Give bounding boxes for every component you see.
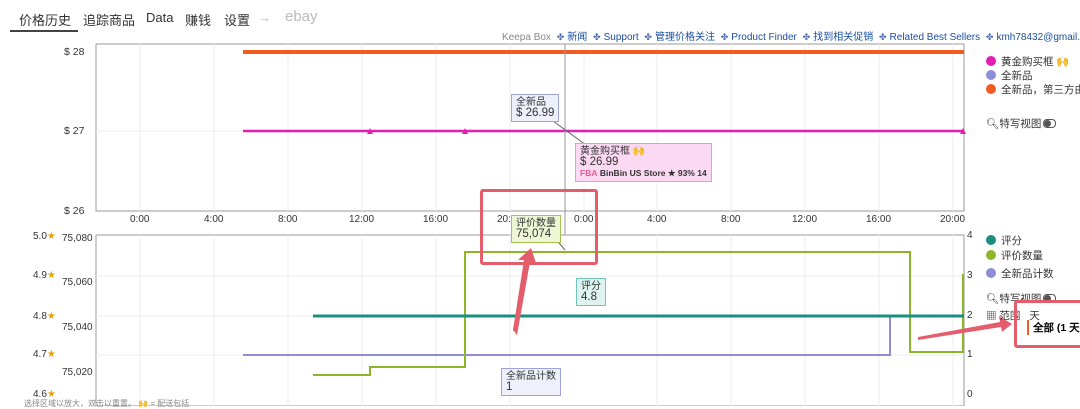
x-label: 12:00 (349, 214, 375, 225)
closeup-toggle[interactable]: 🔍︎特写视图 (986, 116, 1057, 131)
tooltip-new-price: 全新品 $ 26.99 (511, 94, 560, 122)
right-axis-label: 2 (967, 310, 973, 321)
legend-dot (986, 235, 996, 245)
right-axis-label: 4 (967, 230, 973, 241)
x-label: 4:00 (647, 214, 667, 225)
y-label: $ 28 (64, 46, 85, 58)
legend-dot (986, 268, 996, 278)
star-icon: ★ (46, 231, 56, 242)
right-axis-label: 1 (967, 349, 973, 360)
star-icon: ★ (46, 349, 56, 360)
x-label: 8:00 (721, 214, 741, 225)
legend-dot (986, 250, 996, 260)
tooltip-value: $ 26.99 (580, 156, 619, 168)
legend-dot (986, 70, 996, 80)
price-plot-area[interactable] (95, 43, 965, 212)
legend-item-new[interactable]: 全新品 (986, 68, 1033, 83)
count-label: 75,080 (62, 233, 93, 244)
rating-label: 5.0★ (33, 231, 56, 242)
x-label: 20:00 (940, 214, 966, 225)
legend-dot (986, 84, 996, 94)
right-axis-label: 0 (967, 389, 973, 400)
legend-dot (986, 56, 996, 66)
legend-item-new-3rd-party[interactable]: 全新品，第三方由 (986, 82, 1080, 97)
closeup-label: 特写视图 (999, 118, 1042, 130)
x-label: 0:00 (130, 214, 150, 225)
toggle-icon[interactable] (1043, 119, 1057, 128)
legend-item-new-count[interactable]: 全新品计数 (986, 266, 1054, 281)
legend-label: 全新品，第三方由 (1001, 84, 1080, 96)
legend-label: 评分 (1001, 235, 1022, 247)
count-label: 75,020 (62, 367, 93, 378)
y-label: $ 26 (64, 205, 85, 217)
count-label: 75,040 (62, 322, 93, 333)
search-icon: 🔍︎ (986, 293, 1000, 305)
calendar-icon: ▦ (986, 310, 997, 322)
rating-label: 4.7★ (33, 349, 56, 360)
star-icon: ★ (46, 311, 56, 322)
x-label: 16:00 (866, 214, 892, 225)
fba-badge: FBA (580, 168, 598, 178)
y-label: $ 27 (64, 125, 85, 137)
right-axis-label: 3 (967, 270, 973, 281)
star-icon: ★ (46, 270, 56, 281)
highlight-box (1014, 300, 1080, 348)
legend-label: 评价数量 (1001, 250, 1043, 262)
x-label: 16:00 (423, 214, 449, 225)
legend-label: 黄金购买框 🙌 (1001, 56, 1070, 68)
legend-item-review-count[interactable]: 评价数量 (986, 248, 1043, 263)
x-label: 8:00 (278, 214, 298, 225)
x-label: 4:00 (204, 214, 224, 225)
legend-item-buybox[interactable]: 黄金购买框 🙌 (986, 54, 1070, 69)
legend-label: 全新品计数 (1001, 268, 1054, 280)
tooltip-value: 4.8 (581, 291, 597, 303)
tooltip-new-count: 全新品计数 1 (501, 368, 561, 396)
tooltip-title: 全新品计数 (506, 371, 556, 382)
count-label: 75,060 (62, 277, 93, 288)
tooltip-value: $ 26.99 (516, 107, 555, 119)
footer-note: 选择区域以放大，双击以重置。 🙌 = 配送包括 (24, 399, 190, 408)
tooltip-value: 1 (506, 381, 513, 393)
search-icon: 🔍︎ (986, 118, 1000, 130)
rating-label: 4.8★ (33, 311, 56, 322)
rating-label: 4.9★ (33, 270, 56, 281)
x-label: 12:00 (792, 214, 818, 225)
tooltip-buybox: 黄金购买框 🙌 $ 26.99 FBA BinBin US Store ★ 93… (575, 143, 712, 182)
legend-label: 全新品 (1001, 70, 1033, 82)
highlight-box (480, 189, 598, 265)
seller-info: BinBin US Store ★ 93% 14 (599, 168, 707, 178)
tooltip-rating: 评分 4.8 (576, 278, 606, 306)
legend-item-rating[interactable]: 评分 (986, 233, 1022, 248)
